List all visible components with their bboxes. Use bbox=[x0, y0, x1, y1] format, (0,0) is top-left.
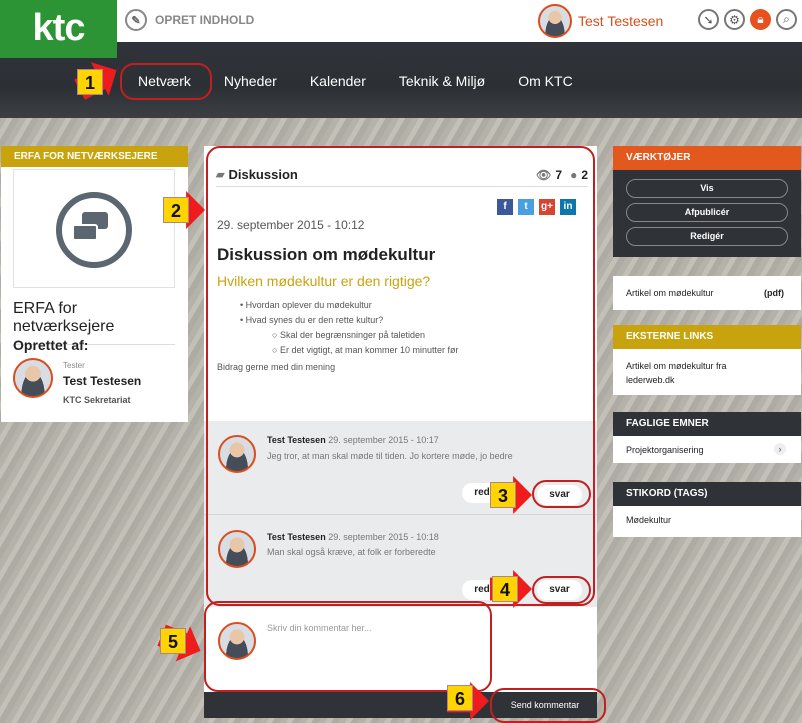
share-buttons: f t g+ in bbox=[497, 199, 576, 215]
annotation-5: 5 bbox=[160, 628, 186, 654]
annotation-3: 3 bbox=[490, 482, 516, 508]
comment-avatar[interactable] bbox=[218, 530, 256, 568]
discussion-body: • Hvordan oplever du mødekultur • Hvad s… bbox=[240, 298, 459, 358]
group-section-title: ERFA FOR NETVÆRKSEJERE bbox=[1, 146, 188, 167]
comment-meta: Test Testesen 29. september 2015 - 10:18 bbox=[267, 532, 439, 542]
top-bar bbox=[0, 0, 802, 42]
view-button[interactable]: Vis bbox=[626, 179, 788, 198]
comment-count: 2 bbox=[581, 167, 588, 182]
googleplus-icon[interactable]: g+ bbox=[539, 199, 555, 215]
creator-avatar[interactable] bbox=[13, 358, 53, 398]
nav-item-teknik-miljo[interactable]: Teknik & Miljø bbox=[399, 73, 485, 89]
comment-author[interactable]: Test Testesen bbox=[267, 532, 326, 542]
create-content-button[interactable]: ✎ OPRET INDHOLD bbox=[125, 8, 254, 32]
comment-meta: Test Testesen 29. september 2015 - 10:17 bbox=[267, 435, 439, 445]
creator-org: KTC Sekretariat bbox=[63, 395, 131, 405]
attachment-type: (pdf) bbox=[764, 288, 784, 298]
avatar bbox=[538, 4, 572, 38]
chevron-right-icon[interactable]: › bbox=[774, 443, 786, 455]
discussion-subtitle: Hvilken mødekultur er den rigtige? bbox=[217, 273, 431, 289]
topics-title: FAGLIGE EMNER bbox=[613, 412, 801, 436]
discussion-type: Diskussion bbox=[228, 167, 298, 182]
reply-button[interactable]: svar bbox=[537, 485, 582, 505]
discussion-icon: ▰ bbox=[216, 169, 225, 181]
list-item: • Hvad synes du er den rette kultur? bbox=[240, 315, 384, 325]
user-name: Test Testesen bbox=[578, 13, 664, 29]
comment-text: Man skal også kræve, at folk er forbered… bbox=[267, 547, 436, 557]
comment-time: 29. september 2015 - 10:18 bbox=[328, 532, 439, 542]
list-item: ○ Skal der begrænsninger på taletiden bbox=[272, 330, 426, 340]
view-count: 7 bbox=[555, 167, 563, 182]
facebook-icon[interactable]: f bbox=[497, 199, 513, 215]
comment-author[interactable]: Test Testesen bbox=[267, 435, 326, 445]
search-icon[interactable]: ⌕ bbox=[776, 9, 797, 30]
list-item: ○ Er det vigtigt, at man kommer 10 minut… bbox=[272, 345, 459, 355]
linkedin-icon[interactable]: in bbox=[560, 199, 576, 215]
create-content-label: OPRET INDHOLD bbox=[155, 13, 255, 27]
ktc-logo[interactable]: ktc bbox=[0, 0, 117, 58]
comment-time: 29. september 2015 - 10:17 bbox=[328, 435, 439, 445]
nav-item-om-ktc[interactable]: Om KTC bbox=[518, 73, 572, 89]
download-icon[interactable]: ➘ bbox=[698, 9, 719, 30]
annotation-2: 2 bbox=[163, 197, 189, 223]
comment-avatar[interactable] bbox=[218, 435, 256, 473]
header-tools: ➘ ⚙ 🔒︎ ⌕ bbox=[698, 9, 797, 30]
comment-text: Jeg tror, at man skal møde til tiden. Jo… bbox=[267, 451, 513, 461]
edit-content-button[interactable]: Redigér bbox=[626, 227, 788, 246]
annotation-4: 4 bbox=[492, 576, 518, 602]
creator-name[interactable]: Test Testesen bbox=[63, 374, 141, 388]
tags-title: STIKORD (TAGS) bbox=[613, 482, 801, 506]
group-image bbox=[13, 169, 175, 288]
nav-item-nyheder[interactable]: Nyheder bbox=[224, 73, 277, 89]
comment-divider bbox=[204, 514, 597, 515]
tools-title: VÆRKTØJER bbox=[613, 146, 801, 170]
comment-icon: ● bbox=[570, 167, 578, 182]
unpublish-button[interactable]: Afpublicér bbox=[626, 203, 788, 222]
nav-item-kalender[interactable]: Kalender bbox=[310, 73, 366, 89]
attachment-link[interactable]: Artikel om mødekultur bbox=[626, 288, 714, 298]
nav-item-netvaerk[interactable]: Netværk bbox=[138, 73, 191, 89]
annotation-1: 1 bbox=[77, 69, 103, 95]
discussion-title: Diskussion om mødekultur bbox=[217, 245, 436, 264]
external-links-title: EKSTERNE LINKS bbox=[613, 325, 801, 349]
lock-icon[interactable]: 🔒︎ bbox=[750, 9, 771, 30]
created-by-label: Oprettet af: bbox=[13, 337, 89, 353]
main-nav: Netværk Nyheder Kalender Teknik & Miljø … bbox=[138, 73, 606, 89]
annotation-6: 6 bbox=[447, 685, 473, 711]
comment-input[interactable]: Skriv din kommentar her... bbox=[267, 623, 372, 633]
tag-link[interactable]: Mødekultur bbox=[626, 515, 671, 525]
eye-icon: 👁︎ bbox=[536, 167, 552, 182]
edit-icon: ✎ bbox=[125, 9, 147, 31]
send-comment-button[interactable]: Send kommentar bbox=[493, 692, 597, 718]
user-menu[interactable]: Test Testesen bbox=[538, 4, 663, 38]
composer-avatar bbox=[218, 622, 256, 660]
discussion-footer: Bidrag gerne med din mening bbox=[217, 362, 336, 372]
reply-button[interactable]: svar bbox=[537, 580, 582, 600]
discussion-date: 29. september 2015 - 10:12 bbox=[217, 218, 365, 232]
list-item: • Hvordan oplever du mødekultur bbox=[240, 300, 372, 310]
external-link[interactable]: Artikel om mødekultur fra lederweb.dk bbox=[626, 359, 776, 387]
creator-role: Tester bbox=[63, 361, 85, 370]
twitter-icon[interactable]: t bbox=[518, 199, 534, 215]
discussion-header: ▰ Diskussion 👁︎ 7 ● 2 bbox=[216, 163, 588, 187]
chat-bubbles-icon bbox=[56, 192, 132, 268]
topic-link[interactable]: Projektorganisering bbox=[626, 445, 704, 455]
gear-icon[interactable]: ⚙ bbox=[724, 9, 745, 30]
